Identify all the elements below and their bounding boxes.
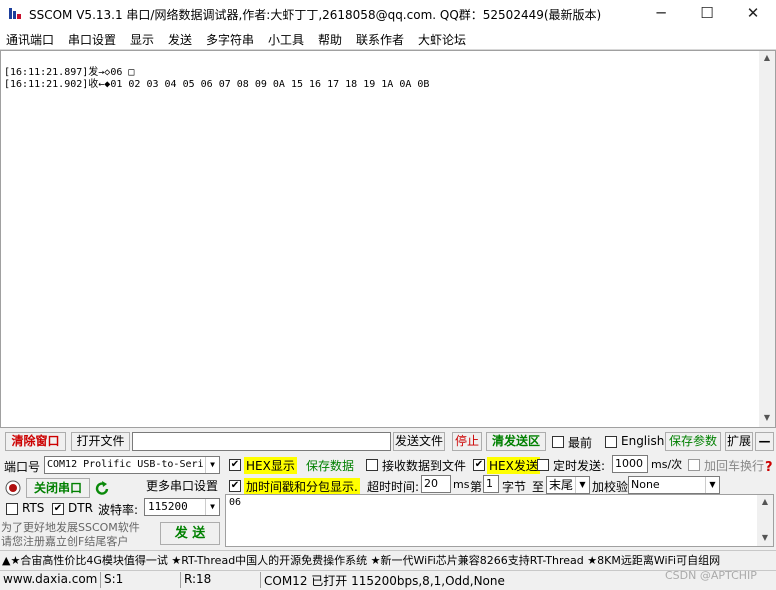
- menu-help[interactable]: 帮助: [318, 31, 342, 48]
- timestamp-label: 加时间戳和分包显示.: [244, 478, 360, 495]
- timeout-input[interactable]: 20: [421, 475, 451, 493]
- close-port-button[interactable]: 关闭串口: [26, 478, 90, 498]
- menu-bar: 通讯端口 串口设置 显示 发送 多字符串 小工具 帮助 联系作者 大虾论坛: [0, 28, 776, 50]
- timed-send-checkbox[interactable]: [537, 459, 549, 471]
- byte-suffix: 字节: [502, 480, 527, 494]
- send-scrollbar[interactable]: ▲ ▼: [757, 495, 773, 546]
- hex-send-checkbox[interactable]: ✔: [473, 459, 485, 471]
- receive-scrollbar[interactable]: ▲ ▼: [759, 51, 775, 427]
- more-settings-button[interactable]: 更多串口设置: [144, 477, 220, 495]
- close-button[interactable]: ✕: [730, 0, 776, 28]
- ad-ticker[interactable]: ▲★合宙高性价比4G模块值得一试 ★RT-Thread中国人的开源免费操作系统 …: [0, 550, 776, 568]
- app-icon: [7, 6, 23, 21]
- sent-count: S:1: [100, 572, 123, 588]
- interval-input[interactable]: 1000: [612, 455, 648, 473]
- clear-window-button[interactable]: 清除窗口: [5, 432, 66, 451]
- window-title: SSCOM V5.13.1 串口/网络数据调试器,作者:大虾丁丁,2618058…: [29, 8, 602, 22]
- refresh-icon[interactable]: [94, 480, 110, 497]
- baud-select[interactable]: 115200 ▼: [144, 498, 220, 516]
- website-link[interactable]: www.daxia.com: [0, 572, 97, 588]
- hex-send-label: HEX发送: [487, 457, 540, 474]
- checksum-value: None: [631, 478, 660, 491]
- maximize-button[interactable]: ☐: [684, 0, 730, 28]
- checksum-select[interactable]: None ▼: [628, 476, 720, 494]
- menu-contact-author[interactable]: 联系作者: [356, 31, 404, 48]
- to-label: 至: [532, 480, 545, 494]
- end-select[interactable]: 末尾 ▼: [546, 476, 590, 494]
- receive-line: [16:11:21.902]收←◆01 02 03 04 05 06 07 08…: [4, 79, 430, 90]
- port-value: COM12 Prolific USB-to-Seri: [47, 459, 204, 470]
- port-label: 端口号: [4, 460, 41, 474]
- received-count: R:18: [180, 572, 211, 588]
- send-input[interactable]: 06 ▲ ▼: [225, 494, 774, 547]
- timed-send-label: 定时发送:: [553, 459, 606, 473]
- interval-unit: ms/次: [651, 458, 683, 471]
- menu-display[interactable]: 显示: [130, 31, 154, 48]
- topmost-checkbox[interactable]: [552, 436, 564, 448]
- menu-multi-string[interactable]: 多字符串: [206, 31, 254, 48]
- add-crlf-checkbox[interactable]: [688, 459, 700, 471]
- scroll-down-icon[interactable]: ▼: [757, 533, 773, 542]
- chevron-down-icon[interactable]: ▼: [705, 477, 719, 493]
- menu-forum[interactable]: 大虾论坛: [418, 31, 466, 48]
- minimize-button[interactable]: ─: [638, 0, 684, 28]
- collapse-button[interactable]: —: [755, 432, 774, 451]
- recv-to-file-label: 接收数据到文件: [382, 459, 467, 473]
- dtr-label: DTR: [68, 501, 93, 515]
- chevron-down-icon[interactable]: ▼: [205, 499, 219, 515]
- english-label: English: [621, 434, 665, 448]
- menu-comm-port[interactable]: 通讯端口: [6, 31, 54, 48]
- help-icon[interactable]: ?: [765, 460, 773, 475]
- file-path-input[interactable]: [132, 432, 391, 451]
- rts-label: RTS: [22, 501, 45, 515]
- stop-button[interactable]: 停止: [452, 432, 482, 451]
- byte-prefix: 第: [470, 480, 483, 494]
- promo-line: 请您注册嘉立创F结尾客户: [1, 535, 129, 548]
- expand-button[interactable]: 扩展: [725, 432, 753, 451]
- ticker-text: ▲★合宙高性价比4G模块值得一试 ★RT-Thread中国人的开源免费操作系统 …: [2, 554, 721, 567]
- title-bar: SSCOM V5.13.1 串口/网络数据调试器,作者:大虾丁丁,2618058…: [0, 0, 776, 28]
- timeout-label: 超时时间:: [367, 480, 420, 494]
- chevron-down-icon[interactable]: ▼: [575, 477, 589, 493]
- send-content: 06: [229, 497, 242, 508]
- scroll-up-icon[interactable]: ▲: [757, 497, 773, 506]
- baud-value: 115200: [148, 500, 188, 513]
- port-select[interactable]: COM12 Prolific USB-to-Seri ▼: [44, 456, 220, 474]
- port-status-text: COM12 已打开 115200bps,8,1,Odd,None: [260, 572, 505, 588]
- receive-area[interactable]: [16:11:21.897]发→◇06 □ [16:11:21.902]收←◆0…: [0, 50, 776, 428]
- hex-display-label: HEX显示: [244, 457, 297, 474]
- rts-checkbox[interactable]: [6, 503, 18, 515]
- open-file-button[interactable]: 打开文件: [71, 432, 130, 451]
- end-value: 末尾: [549, 478, 574, 492]
- scroll-down-icon[interactable]: ▼: [759, 413, 775, 422]
- watermark: CSDN @APTCHIP: [665, 569, 757, 582]
- checksum-label: 加校验: [592, 480, 629, 494]
- send-button[interactable]: 发 送: [160, 522, 220, 545]
- scroll-up-icon[interactable]: ▲: [759, 53, 775, 62]
- menu-tools[interactable]: 小工具: [268, 31, 304, 48]
- timeout-unit: ms: [453, 478, 470, 491]
- topmost-label: 最前: [568, 436, 593, 450]
- save-data-button[interactable]: 保存数据: [300, 457, 360, 475]
- clear-send-button[interactable]: 清发送区: [486, 432, 546, 451]
- recv-to-file-checkbox[interactable]: [366, 459, 378, 471]
- menu-port-settings[interactable]: 串口设置: [68, 31, 116, 48]
- chevron-down-icon[interactable]: ▼: [205, 457, 219, 473]
- dtr-checkbox[interactable]: ✔: [52, 503, 64, 515]
- send-file-button[interactable]: 发送文件: [393, 432, 445, 451]
- english-checkbox[interactable]: [605, 436, 617, 448]
- save-params-button[interactable]: 保存参数: [665, 432, 721, 451]
- add-crlf-label: 加回车换行: [704, 459, 765, 473]
- baud-label: 波特率:: [98, 503, 139, 517]
- timestamp-checkbox[interactable]: ✔: [229, 480, 241, 492]
- byte-index-input[interactable]: 1: [483, 475, 499, 493]
- hex-display-checkbox[interactable]: ✔: [229, 459, 241, 471]
- menu-send[interactable]: 发送: [168, 31, 192, 48]
- port-status-icon: [5, 480, 21, 496]
